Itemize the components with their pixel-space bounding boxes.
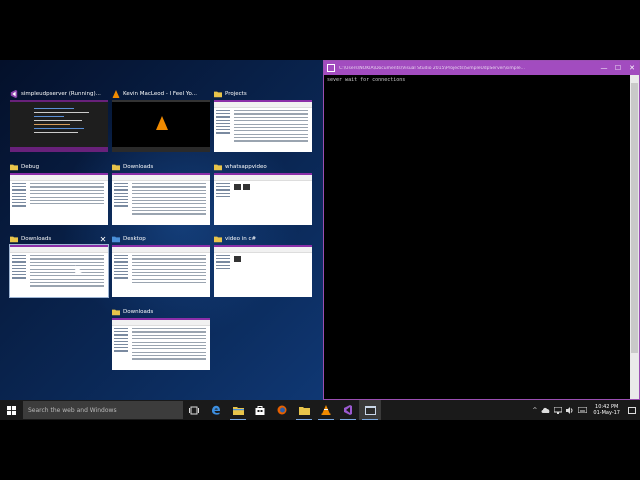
edge-icon: [212, 405, 220, 415]
console-icon: [327, 64, 335, 72]
vlc-button[interactable]: [315, 400, 337, 420]
firefox-icon: [277, 405, 287, 415]
thumb-header: Downloads ✕: [10, 233, 108, 245]
volume-icon[interactable]: [566, 406, 574, 414]
thumb-title: Debug: [21, 164, 40, 170]
tray-chevron-icon[interactable]: ^: [532, 407, 537, 414]
thumb-title: Downloads: [123, 164, 154, 170]
thumb-header: simpleudpserver (Running)...: [10, 88, 108, 100]
task-view-button[interactable]: [183, 400, 205, 420]
thumb-preview: [214, 245, 312, 297]
search-placeholder: Search the web and Windows: [28, 406, 117, 414]
minimize-button[interactable]: —: [597, 61, 611, 75]
thumb-preview: [9, 244, 109, 298]
console-title-bar[interactable]: C:\Users\NOKIA\Documents\Visual Studio 2…: [324, 61, 639, 75]
close-icon[interactable]: ✕: [98, 235, 108, 244]
onedrive-icon[interactable]: [541, 407, 550, 413]
thumb-title: whatsappvideo: [225, 164, 267, 170]
start-button[interactable]: [0, 400, 22, 420]
thumb-preview: [10, 100, 108, 152]
thumb-header: video in c#: [214, 233, 312, 245]
network-icon[interactable]: [554, 406, 563, 414]
close-button[interactable]: ✕: [625, 61, 639, 75]
folder-icon: [214, 91, 222, 98]
thumb-preview: [10, 173, 108, 225]
folder-button[interactable]: [293, 400, 315, 420]
thumb-title: Desktop: [123, 236, 146, 242]
taskbar: Search the web and Windows ^ 10:42 PM 01…: [0, 400, 640, 420]
firefox-button[interactable]: [271, 400, 293, 420]
task-view-icon: [189, 406, 199, 414]
keyboard-icon[interactable]: [578, 407, 588, 413]
thumb-header: Desktop: [112, 233, 210, 245]
edge-button[interactable]: [205, 400, 227, 420]
visual-studio-icon: [10, 90, 18, 98]
folder-icon: [298, 406, 310, 415]
thumb-header: Debug: [10, 161, 108, 173]
action-center-icon[interactable]: [628, 406, 636, 414]
thumb-title: Downloads: [21, 236, 52, 242]
task-thumb-downloads-2[interactable]: Downloads ✕: [9, 233, 109, 298]
task-thumb-video-in-csharp[interactable]: video in c#: [214, 233, 312, 297]
task-thumb-downloads-3[interactable]: Downloads: [112, 306, 210, 370]
console-scrollbar[interactable]: [630, 75, 639, 399]
folder-icon: [214, 164, 222, 171]
store-icon: [255, 406, 265, 415]
task-thumb-visual-studio[interactable]: simpleudpserver (Running)...: [10, 88, 108, 152]
thumb-preview: [112, 173, 210, 225]
folder-icon: [214, 236, 222, 243]
task-thumb-desktop[interactable]: Desktop: [112, 233, 210, 297]
thumb-preview: [214, 100, 312, 152]
windows-logo-icon: [6, 405, 16, 415]
folder-icon: [112, 164, 120, 171]
thumb-header: Projects: [214, 88, 312, 100]
console-button[interactable]: [359, 400, 381, 420]
folder-icon: [112, 236, 120, 243]
thumb-title: Projects: [225, 91, 247, 97]
thumb-title: Kevin MacLeod - I Feel Yo...: [123, 91, 197, 97]
task-thumb-debug[interactable]: Debug: [10, 161, 108, 225]
console-window[interactable]: C:\Users\NOKIA\Documents\Visual Studio 2…: [323, 60, 640, 400]
vlc-icon: [321, 405, 331, 415]
thumb-header: Kevin MacLeod - I Feel Yo...: [112, 88, 210, 100]
store-button[interactable]: [249, 400, 271, 420]
scrollbar-thumb[interactable]: [631, 83, 638, 353]
thumb-preview: [112, 100, 210, 152]
folder-icon: [112, 309, 120, 316]
folder-icon: [10, 236, 18, 243]
vlc-icon: [112, 90, 120, 98]
console-output: sever wait for connections: [327, 77, 406, 83]
console-icon: [364, 405, 376, 415]
thumb-title: Downloads: [123, 309, 154, 315]
task-thumb-projects[interactable]: Projects: [214, 88, 312, 152]
folder-icon: [10, 164, 18, 171]
search-box[interactable]: Search the web and Windows: [23, 401, 183, 419]
thumb-preview: [112, 245, 210, 297]
visual-studio-icon: [344, 405, 352, 415]
clock[interactable]: 10:42 PM 01-May-17: [593, 404, 620, 416]
thumb-header: whatsappvideo: [214, 161, 312, 173]
task-thumb-downloads-1[interactable]: Downloads: [112, 161, 210, 225]
thumb-title: video in c#: [225, 236, 257, 242]
vlc-cone-icon: [156, 116, 168, 130]
file-explorer-icon: [232, 406, 244, 415]
task-thumb-whatsappvideo[interactable]: whatsappvideo: [214, 161, 312, 225]
system-tray: ^ 10:42 PM 01-May-17: [530, 400, 640, 420]
thumb-header: Downloads: [112, 161, 210, 173]
task-thumb-vlc[interactable]: Kevin MacLeod - I Feel Yo...: [112, 88, 210, 152]
thumb-title: simpleudpserver (Running)...: [21, 91, 101, 97]
console-title: C:\Users\NOKIA\Documents\Visual Studio 2…: [339, 65, 525, 71]
thumb-header: Downloads: [112, 306, 210, 318]
file-explorer-button[interactable]: [227, 400, 249, 420]
visual-studio-button[interactable]: [337, 400, 359, 420]
thumb-preview: [112, 318, 210, 370]
thumb-preview: [214, 173, 312, 225]
maximize-button[interactable]: ☐: [611, 61, 625, 75]
clock-date: 01-May-17: [593, 410, 620, 416]
